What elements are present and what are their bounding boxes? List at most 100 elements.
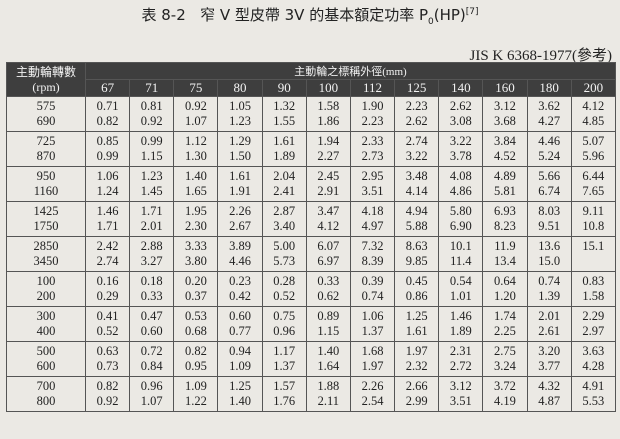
power-value: 2.75 bbox=[494, 344, 516, 358]
power-value: 7.32 bbox=[361, 239, 384, 253]
power-value: 0.23 bbox=[229, 274, 251, 288]
power-value: 4.86 bbox=[449, 184, 472, 198]
power-value: 7.65 bbox=[582, 184, 605, 198]
power-value: 0.28 bbox=[273, 274, 296, 288]
table-row: 500 600 0.63 0.73 0.72 0.84 0.82 0.95 0.94 1.09 1.… bbox=[6, 341, 617, 377]
power-value: 1.71 bbox=[140, 204, 163, 218]
power-value: 2.01 bbox=[538, 309, 561, 323]
power-value: 0.52 bbox=[273, 289, 296, 303]
power-value: 2.42 bbox=[96, 239, 119, 253]
power-value: 3.22 bbox=[405, 149, 428, 163]
power-cell: 15.1 bbox=[570, 236, 617, 272]
power-value: 4.89 bbox=[494, 169, 516, 183]
power-value: 11.4 bbox=[450, 254, 472, 268]
power-value: 4.85 bbox=[582, 114, 605, 128]
power-value: 4.87 bbox=[538, 394, 561, 408]
power-cell: 0.28 0.52 bbox=[261, 271, 307, 307]
power-cell: 3.62 4.27 bbox=[526, 96, 572, 132]
power-value: 13.4 bbox=[494, 254, 516, 268]
power-value: 1.15 bbox=[140, 149, 163, 163]
power-value: 0.77 bbox=[229, 324, 251, 338]
power-cell: 0.53 0.68 bbox=[173, 306, 219, 342]
power-cell: 2.87 3.40 bbox=[261, 201, 307, 237]
rpm-cell: 700 800 bbox=[6, 376, 86, 412]
power-cell: 1.32 1.55 bbox=[261, 96, 307, 132]
power-value: 2.29 bbox=[582, 309, 605, 323]
power-value: 1.76 bbox=[273, 394, 296, 408]
power-value: 0.45 bbox=[405, 274, 428, 288]
size-header-cell: 112 bbox=[349, 79, 396, 97]
power-value: 5.24 bbox=[538, 149, 561, 163]
power-value: 3.51 bbox=[361, 184, 384, 198]
power-value: 1.29 bbox=[229, 134, 251, 148]
power-cell: 1.40 1.65 bbox=[173, 166, 219, 202]
power-value: 0.92 bbox=[140, 114, 163, 128]
power-cell: 1.71 2.01 bbox=[129, 201, 175, 237]
power-value: 2.30 bbox=[184, 219, 207, 233]
power-value: 1.32 bbox=[273, 99, 296, 113]
size-header-cell: 100 bbox=[305, 79, 351, 97]
power-cell: 2.04 2.41 bbox=[261, 166, 307, 202]
power-value: 2.88 bbox=[140, 239, 163, 253]
power-value: 1.25 bbox=[229, 379, 251, 393]
power-value: 2.01 bbox=[140, 219, 163, 233]
power-value: 11.9 bbox=[494, 239, 516, 253]
power-value: 4.27 bbox=[538, 114, 561, 128]
power-cell: 1.40 1.64 bbox=[305, 341, 351, 377]
power-cell: 10.1 11.4 bbox=[438, 236, 484, 272]
power-value: 1.45 bbox=[140, 184, 163, 198]
table-row: 2850 3450 2.42 2.74 2.88 3.27 3.33 3.80 3.89 4.46… bbox=[6, 236, 617, 272]
power-value: 0.33 bbox=[317, 274, 340, 288]
power-cell: 4.32 4.87 bbox=[526, 376, 572, 412]
power-value: 4.46 bbox=[229, 254, 251, 268]
power-value: 0.29 bbox=[96, 289, 119, 303]
power-value: 5.53 bbox=[582, 394, 605, 408]
power-value: 4.19 bbox=[494, 394, 516, 408]
rpm-value: 3450 bbox=[33, 254, 59, 268]
power-value: 1.06 bbox=[96, 169, 119, 183]
power-value: 1.22 bbox=[184, 394, 207, 408]
power-value: 0.37 bbox=[184, 289, 207, 303]
power-value: 5.73 bbox=[273, 254, 296, 268]
rpm-header-label: 主動輪轉數 bbox=[15, 64, 76, 79]
power-value: 1.64 bbox=[317, 359, 340, 373]
power-value: 1.01 bbox=[449, 289, 472, 303]
power-cell: 0.85 0.99 bbox=[84, 131, 131, 167]
power-cell: 1.61 1.91 bbox=[217, 166, 263, 202]
power-value: 2.33 bbox=[361, 134, 384, 148]
power-cell: 0.92 1.07 bbox=[173, 96, 219, 132]
power-value: 1.40 bbox=[317, 344, 340, 358]
power-value: 4.94 bbox=[405, 204, 428, 218]
power-cell: 0.71 0.82 bbox=[84, 96, 131, 132]
power-value: 5.96 bbox=[582, 149, 605, 163]
power-value: 6.97 bbox=[317, 254, 340, 268]
power-value: 0.75 bbox=[273, 309, 296, 323]
power-value: 1.61 bbox=[405, 324, 428, 338]
size-header-cell: 80 bbox=[217, 79, 263, 97]
power-value: 1.23 bbox=[229, 114, 251, 128]
power-cell: 0.75 0.96 bbox=[261, 306, 307, 342]
power-cell: 1.25 1.61 bbox=[394, 306, 440, 342]
size-header-cell: 180 bbox=[526, 79, 572, 97]
power-value: 9.51 bbox=[538, 219, 561, 233]
power-value: 4.52 bbox=[494, 149, 516, 163]
power-value: 1.97 bbox=[405, 344, 428, 358]
rpm-value: 700 bbox=[36, 379, 56, 393]
power-cell: 0.41 0.52 bbox=[84, 306, 131, 342]
rpm-value: 2850 bbox=[33, 239, 59, 253]
power-value: 1.50 bbox=[229, 149, 251, 163]
power-value: 5.80 bbox=[449, 204, 472, 218]
power-cell: 3.20 3.77 bbox=[526, 341, 572, 377]
power-value: 0.60 bbox=[140, 324, 163, 338]
size-header-cell: 71 bbox=[129, 79, 175, 97]
rpm-value: 725 bbox=[36, 134, 56, 148]
power-value bbox=[572, 254, 615, 269]
power-cell: 1.58 1.86 bbox=[305, 96, 351, 132]
power-value: 0.33 bbox=[140, 289, 163, 303]
power-value: 8.23 bbox=[494, 219, 516, 233]
power-cell: 2.26 2.54 bbox=[349, 376, 396, 412]
power-cell: 13.6 15.0 bbox=[526, 236, 572, 272]
power-cell: 1.97 2.32 bbox=[394, 341, 440, 377]
power-cell: 1.05 1.23 bbox=[217, 96, 263, 132]
rpm-column-header: 主動輪轉數 (rpm) bbox=[6, 62, 86, 97]
